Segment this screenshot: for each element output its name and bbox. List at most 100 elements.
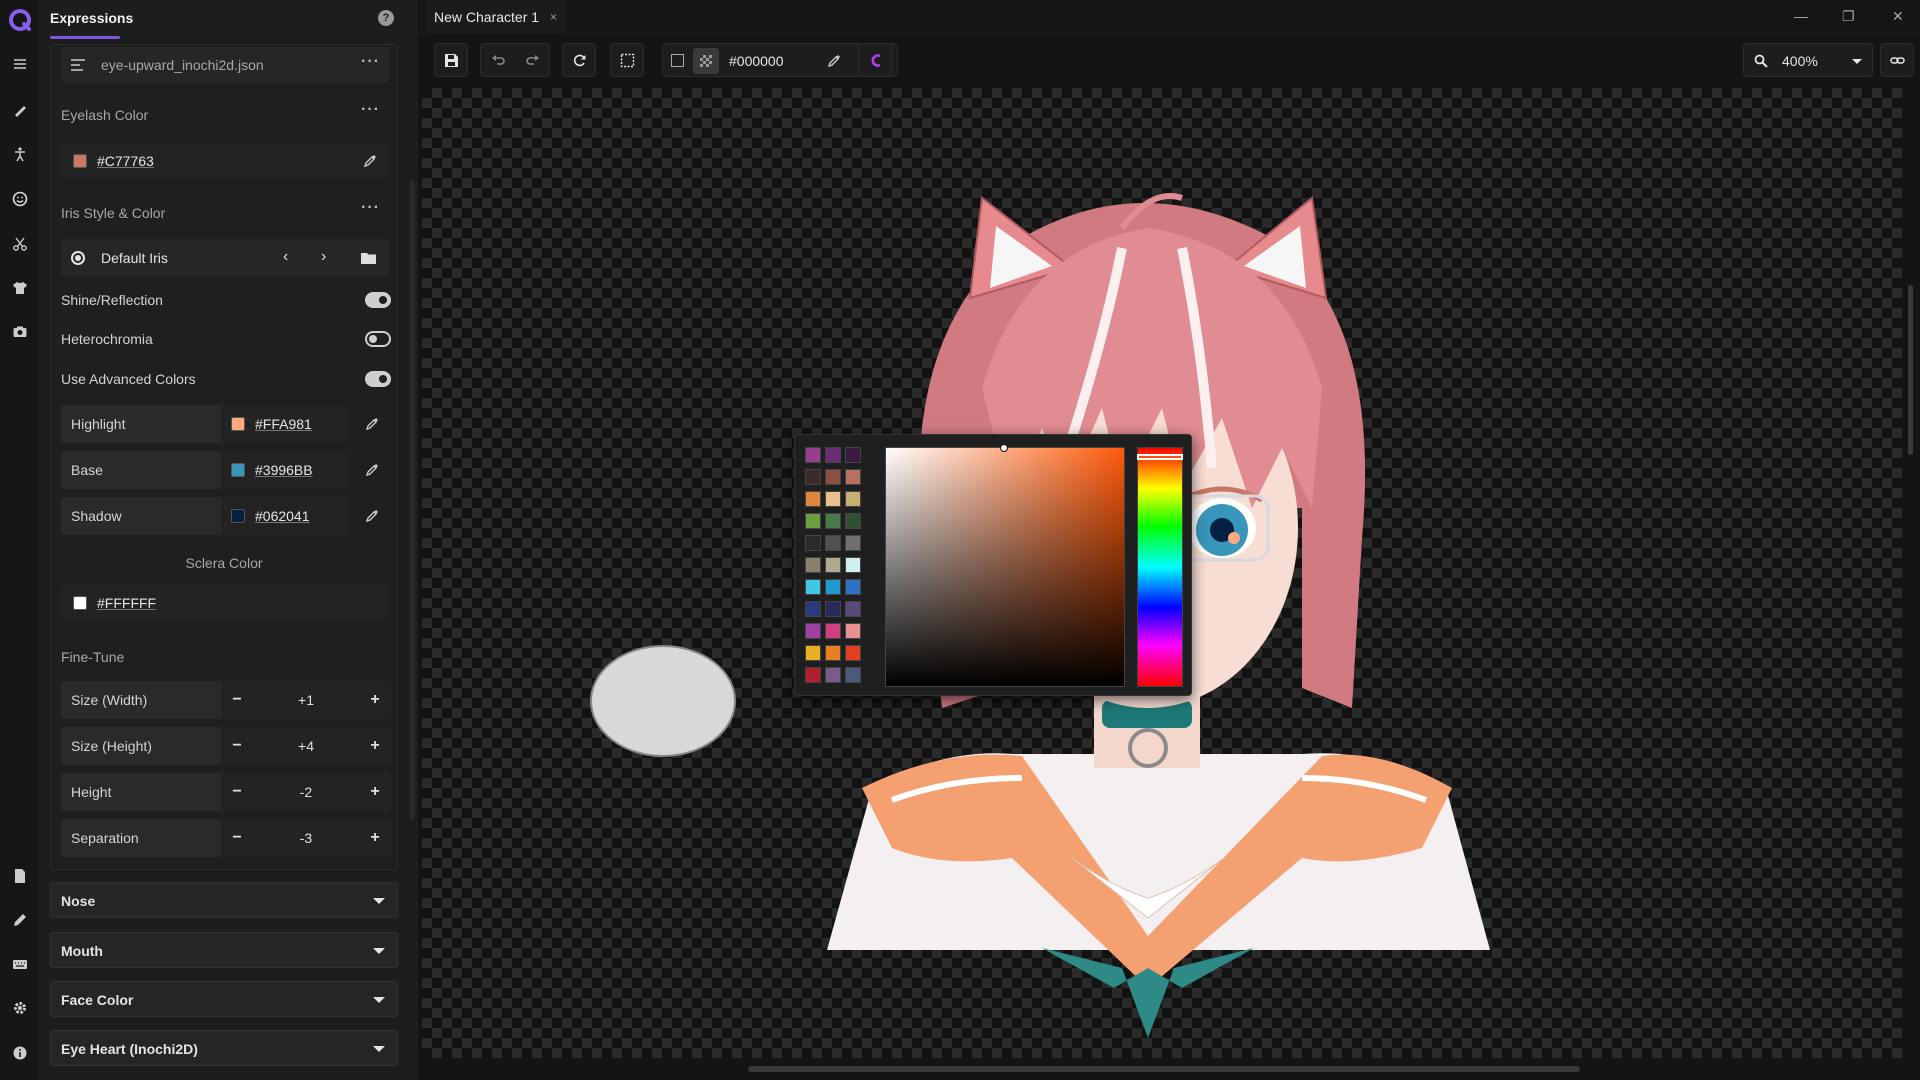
more-options-icon[interactable]: ···: [361, 53, 380, 71]
palette-swatch[interactable]: [825, 491, 841, 507]
panel-scrollbar[interactable]: [410, 180, 415, 820]
decrement-button[interactable]: −: [227, 690, 247, 710]
sclera-color-field[interactable]: #FFFFFF: [61, 585, 389, 621]
increment-button[interactable]: +: [365, 782, 385, 802]
palette-swatch[interactable]: [825, 557, 841, 573]
eyedropper-icon[interactable]: [365, 509, 381, 525]
close-window-icon[interactable]: ✕: [1892, 8, 1904, 25]
palette-swatch[interactable]: [805, 513, 821, 529]
palette-swatch[interactable]: [805, 447, 821, 463]
shadow-hex[interactable]: #062041: [255, 508, 310, 524]
increment-button[interactable]: +: [365, 828, 385, 848]
palette-swatch[interactable]: [845, 601, 861, 617]
chevron-right-icon[interactable]: ›: [321, 248, 326, 266]
scissors-icon[interactable]: [8, 232, 32, 256]
file-icon[interactable]: [8, 864, 32, 888]
saturation-value-field[interactable]: [885, 444, 1125, 687]
folder-icon[interactable]: [361, 252, 376, 264]
tab-new-character-1[interactable]: New Character 1 ×: [426, 0, 566, 34]
keyboard-icon[interactable]: [8, 952, 32, 976]
palette-swatch[interactable]: [825, 601, 841, 617]
pose-icon[interactable]: [8, 142, 32, 166]
palette-swatch[interactable]: [805, 645, 821, 661]
horizontal-scrollbar[interactable]: [748, 1066, 1580, 1072]
chevron-left-icon[interactable]: ‹: [283, 248, 288, 266]
shine-reflection-toggle[interactable]: [365, 292, 391, 308]
solid-background-icon[interactable]: [671, 54, 684, 67]
hue-slider[interactable]: [1137, 447, 1183, 687]
separation-value[interactable]: -3: [261, 830, 351, 846]
base-swatch[interactable]: [231, 463, 245, 477]
shirt-icon[interactable]: [8, 276, 32, 300]
palette-swatch[interactable]: [805, 579, 821, 595]
section-face-color[interactable]: Face Color: [50, 981, 398, 1017]
base-color-field[interactable]: #3996BB: [221, 451, 349, 489]
face-icon[interactable]: [8, 187, 32, 211]
camera-icon[interactable]: [8, 320, 32, 344]
decrement-button[interactable]: −: [227, 736, 247, 756]
iris-more-icon[interactable]: ···: [361, 199, 380, 217]
eyelash-hex[interactable]: #C77763: [97, 153, 154, 169]
highlight-hex[interactable]: #FFA981: [255, 416, 312, 432]
palette-swatch[interactable]: [825, 513, 841, 529]
eyedropper-icon[interactable]: [827, 54, 843, 70]
height-value[interactable]: -2: [261, 784, 351, 800]
palette-swatch[interactable]: [805, 601, 821, 617]
palette-swatch[interactable]: [805, 667, 821, 683]
palette-swatch[interactable]: [825, 645, 841, 661]
eyedropper-icon[interactable]: [363, 154, 379, 170]
gear-icon[interactable]: [8, 996, 32, 1020]
zoom-select[interactable]: 400%: [1743, 43, 1873, 77]
refresh-button[interactable]: [562, 43, 596, 77]
palette-swatch[interactable]: [825, 535, 841, 551]
sclera-swatch[interactable]: [73, 596, 87, 610]
section-eye-heart[interactable]: Eye Heart (Inochi2D): [50, 1030, 398, 1066]
minimize-icon[interactable]: —: [1794, 8, 1808, 24]
palette-swatch[interactable]: [825, 469, 841, 485]
palette-swatch[interactable]: [805, 557, 821, 573]
shadow-swatch[interactable]: [231, 509, 245, 523]
transparent-background-toggle[interactable]: [693, 48, 719, 74]
palette-swatch[interactable]: [805, 535, 821, 551]
palette-swatch[interactable]: [845, 623, 861, 639]
brand-action-button[interactable]: [858, 43, 892, 77]
palette-swatch[interactable]: [845, 645, 861, 661]
palette-swatch[interactable]: [845, 557, 861, 573]
palette-swatch[interactable]: [845, 491, 861, 507]
size-width-value[interactable]: +1: [261, 692, 351, 708]
heterochromia-toggle[interactable]: [365, 331, 391, 347]
advanced-colors-toggle[interactable]: [365, 371, 391, 387]
highlight-swatch[interactable]: [231, 417, 245, 431]
link-button[interactable]: [1880, 43, 1914, 77]
palette-swatch[interactable]: [805, 491, 821, 507]
vertical-scrollbar[interactable]: [1908, 285, 1913, 455]
iris-style-selector[interactable]: Default Iris ‹ ›: [61, 239, 389, 277]
size-height-value[interactable]: +4: [261, 738, 351, 754]
background-hex[interactable]: #000000: [729, 53, 784, 69]
palette-swatch[interactable]: [805, 469, 821, 485]
palette-swatch[interactable]: [825, 667, 841, 683]
panel-title[interactable]: Expressions: [50, 10, 133, 26]
palette-swatch[interactable]: [825, 623, 841, 639]
brush-icon[interactable]: [8, 98, 32, 122]
help-icon[interactable]: ?: [378, 10, 394, 26]
save-button[interactable]: [434, 43, 468, 77]
shadow-color-field[interactable]: #062041: [221, 497, 349, 535]
increment-button[interactable]: +: [365, 736, 385, 756]
hue-handle[interactable]: [1137, 454, 1183, 460]
eyedropper-icon[interactable]: [365, 463, 381, 479]
palette-swatch[interactable]: [845, 469, 861, 485]
preset-file-row[interactable]: eye-upward_inochi2d.json ···: [61, 47, 389, 83]
palette-swatch[interactable]: [845, 535, 861, 551]
palette-swatch[interactable]: [845, 447, 861, 463]
palette-swatch[interactable]: [825, 447, 841, 463]
sclera-hex[interactable]: #FFFFFF: [97, 595, 156, 611]
close-tab-icon[interactable]: ×: [550, 10, 557, 24]
section-nose[interactable]: Nose: [50, 882, 398, 918]
decrement-button[interactable]: −: [227, 782, 247, 802]
highlight-color-field[interactable]: #FFA981: [221, 405, 349, 443]
selection-button[interactable]: [610, 43, 644, 77]
menu-icon[interactable]: [8, 52, 32, 76]
info-icon[interactable]: [8, 1041, 32, 1065]
palette-swatch[interactable]: [845, 513, 861, 529]
